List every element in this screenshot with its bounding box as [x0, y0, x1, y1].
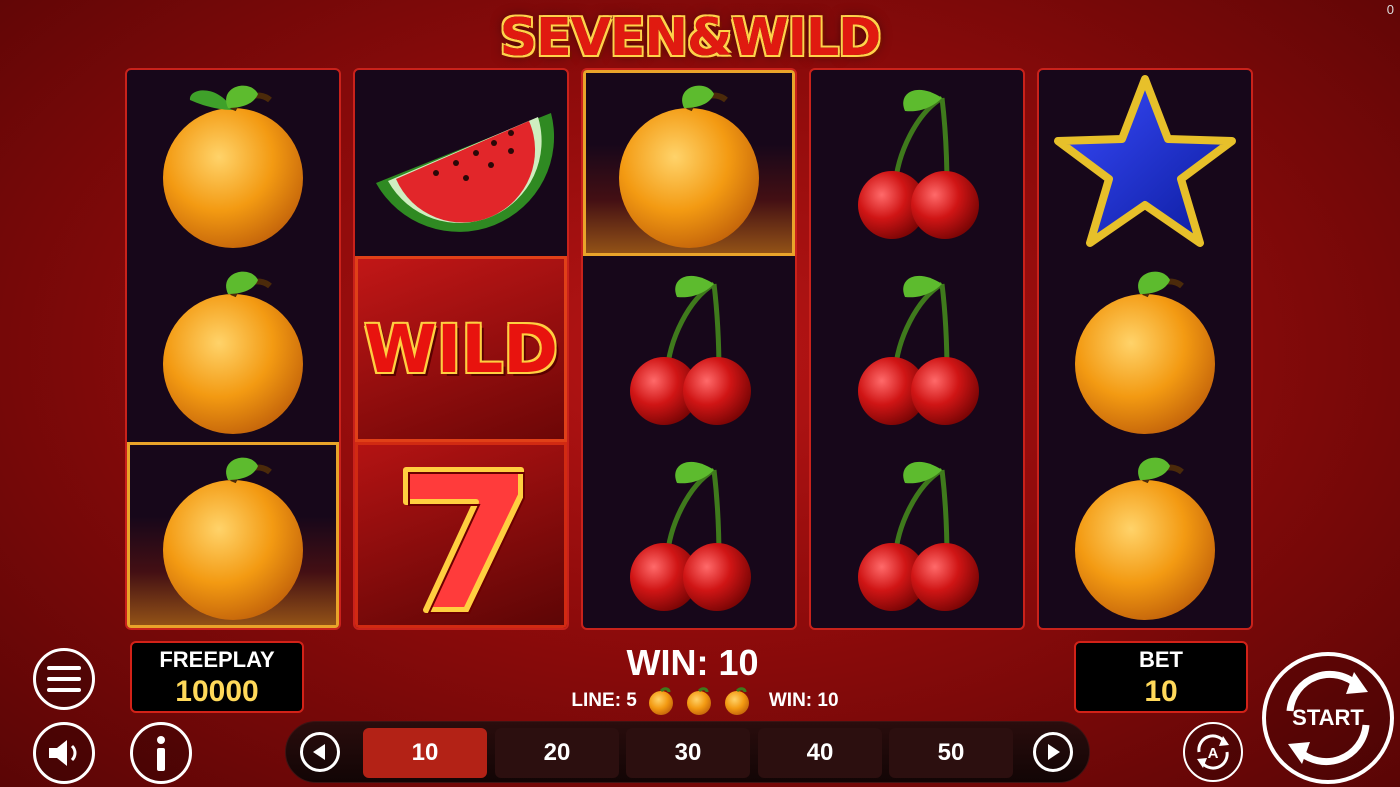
bet-selector: 10 20 30 40 50 — [285, 721, 1090, 783]
triangle-right-icon — [1048, 744, 1060, 760]
reel-2: WILD — [353, 68, 569, 630]
reel-1 — [125, 68, 341, 630]
cherry-icon — [583, 442, 795, 628]
wild-label: WILD — [363, 310, 559, 388]
info-button[interactable] — [130, 722, 192, 784]
star-icon — [1039, 70, 1251, 256]
autoplay-icon: A — [1197, 734, 1229, 770]
bet-option-20[interactable]: 20 — [495, 728, 619, 778]
game-logo: SEVEN&WILD — [499, 8, 882, 68]
bet-panel: BET 10 — [1074, 641, 1248, 713]
orange-icon — [686, 687, 711, 715]
reel-3 — [581, 68, 797, 630]
bet-option-40[interactable]: 40 — [758, 728, 882, 778]
cherry-icon — [811, 442, 1023, 628]
line-number: LINE: 5 — [571, 690, 637, 711]
cherry-icon — [583, 256, 795, 442]
bet-next-button[interactable] — [1033, 732, 1073, 772]
cherry-icon — [811, 70, 1023, 256]
sound-icon — [49, 740, 77, 766]
triangle-left-icon — [313, 744, 325, 760]
seven-symbol — [355, 442, 567, 628]
corner-counter: 0 — [1386, 2, 1394, 17]
start-button[interactable]: START — [1262, 652, 1394, 784]
bet-label: BET — [1139, 647, 1183, 672]
orange-icon — [127, 70, 339, 256]
svg-text:A: A — [1208, 745, 1219, 762]
reel-5 — [1037, 68, 1253, 630]
reel-4 — [809, 68, 1025, 630]
orange-icon — [648, 687, 673, 715]
line-win-amount: WIN: 10 — [768, 690, 839, 711]
orange-icon — [1039, 442, 1251, 628]
wild-symbol: WILD — [355, 256, 567, 442]
watermelon-icon — [355, 70, 567, 256]
orange-icon — [1039, 256, 1251, 442]
bet-option-50[interactable]: 50 — [889, 728, 1013, 778]
autoplay-button[interactable]: A — [1183, 722, 1243, 782]
bet-prev-button[interactable] — [300, 732, 340, 772]
menu-icon — [47, 666, 81, 692]
total-win: WIN: 10 — [626, 642, 759, 683]
orange-icon — [583, 70, 795, 256]
bet-value: 10 — [1144, 675, 1178, 708]
orange-icon — [724, 687, 749, 715]
bet-option-10[interactable]: 10 — [363, 728, 487, 778]
orange-icon — [127, 442, 339, 628]
info-icon — [157, 736, 165, 771]
cherry-icon — [811, 256, 1023, 442]
bet-option-30[interactable]: 30 — [626, 728, 750, 778]
balance-value: 10000 — [175, 675, 259, 708]
balance-label: FREEPLAY — [159, 647, 275, 672]
balance-panel: FREEPLAY 10000 — [130, 641, 304, 713]
start-label: START — [1292, 705, 1364, 730]
line-win-info: LINE: 5 WIN: 10 — [540, 685, 870, 717]
sound-button[interactable] — [33, 722, 95, 784]
menu-button[interactable] — [33, 648, 95, 710]
orange-icon — [127, 256, 339, 442]
